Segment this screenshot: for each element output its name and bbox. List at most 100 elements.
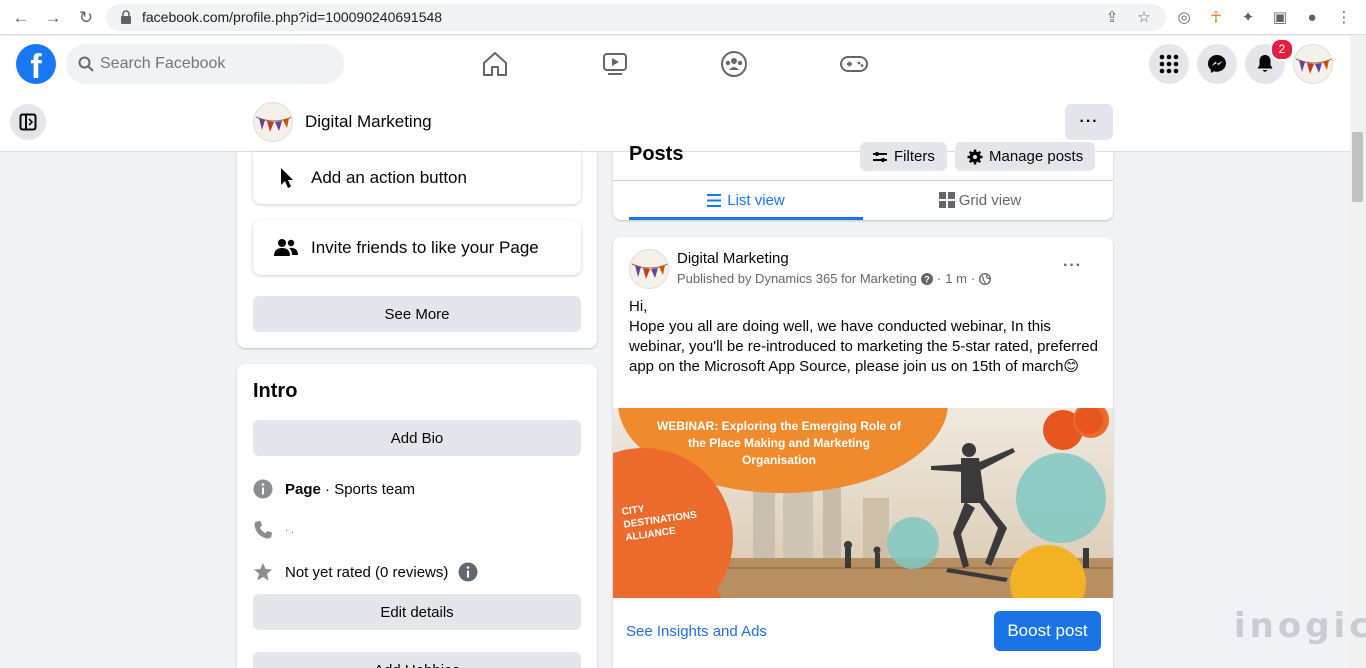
search-icon [78, 56, 94, 72]
tabs-divider [613, 180, 1113, 181]
grid-menu-icon [1159, 54, 1179, 74]
inogic-watermark: inogic [1234, 606, 1366, 646]
post-text: Hope you all are doing well, we have con… [629, 318, 1098, 375]
forward-arrow-icon[interactable]: → [43, 8, 63, 28]
post-time[interactable]: 1 m [945, 271, 967, 286]
bookmark-star-icon[interactable]: ☆ [1134, 8, 1154, 28]
lock-icon [121, 10, 131, 24]
toggle-sidebar-button[interactable] [10, 104, 46, 140]
invite-friends-item[interactable]: Invite friends to like your Page [253, 220, 581, 275]
filters-icon [873, 151, 887, 162]
add-bio-button[interactable]: Add Bio [253, 420, 581, 456]
people-icon [273, 220, 299, 275]
home-tab[interactable] [440, 40, 550, 88]
menu-button[interactable] [1149, 44, 1189, 84]
notifications-badge: 2 [1270, 38, 1294, 61]
list-view-label: List view [727, 191, 785, 209]
back-arrow-icon[interactable]: ← [11, 8, 31, 28]
add-hobbies-button[interactable]: Add Hobbies [253, 652, 581, 668]
post-meta: Published by Dynamics 365 for Marketing … [677, 271, 992, 286]
bunting-avatar-icon [1295, 58, 1332, 74]
intro-phone-row: · . [253, 518, 294, 542]
edit-details-button[interactable]: Edit details [253, 594, 581, 630]
page-actions-card: Add an action button Invite friends to l… [237, 152, 597, 348]
rating-info-icon[interactable] [458, 562, 478, 582]
rating-text: Not yet rated (0 reviews) [285, 563, 449, 581]
groups-tab[interactable] [679, 40, 789, 88]
extensions-puzzle-icon[interactable]: ✦ [1238, 8, 1258, 28]
page-more-options-button[interactable]: ··· [1065, 104, 1113, 140]
intro-page-row: Page · Sports team [253, 477, 415, 501]
help-icon[interactable]: ? [920, 272, 933, 285]
url-text: facebook.com/profile.php?id=100090240691… [142, 9, 443, 25]
bunting-avatar-icon [631, 263, 668, 279]
address-bar[interactable]: facebook.com/profile.php?id=100090240691… [106, 4, 1166, 31]
post-body: Hi, Hope you all are doing well, we have… [629, 297, 1099, 377]
page-type-label: Page [285, 480, 321, 498]
share-icon[interactable]: ⇪ [1102, 8, 1122, 28]
grid-view-icon [938, 192, 955, 208]
side-panel-icon[interactable]: ▣ [1270, 8, 1290, 28]
groups-icon [721, 51, 747, 77]
intro-title: Intro [253, 380, 298, 402]
post-greeting: Hi, [629, 298, 648, 315]
tab-list-view[interactable]: List view [629, 182, 863, 218]
sidebar-toggle-icon [19, 113, 37, 131]
search-box[interactable] [66, 44, 344, 84]
invite-friends-label: Invite friends to like your Page [311, 237, 539, 257]
reload-icon[interactable]: ↻ [76, 8, 96, 28]
browser-menu-icon[interactable]: ⋮ [1334, 8, 1354, 28]
filters-button[interactable]: Filters [860, 142, 947, 171]
browser-toolbar: ← → ↻ facebook.com/profile.php?id=100090… [0, 0, 1366, 35]
search-input[interactable] [100, 44, 330, 84]
filters-label: Filters [894, 148, 935, 165]
published-by-text: Published by Dynamics 365 for Marketing [677, 271, 917, 286]
manage-posts-button[interactable]: Manage posts [955, 142, 1096, 171]
post-image[interactable]: WEBINAR: Exploring the Emerging Role of … [613, 408, 1113, 598]
video-icon [603, 53, 627, 75]
banner-title: WEBINAR: Exploring the Emerging Role of … [656, 419, 901, 467]
home-icon [483, 52, 507, 76]
gaming-tab[interactable] [799, 40, 909, 88]
add-action-button-label: Add an action button [311, 168, 467, 187]
cursor-icon [279, 152, 295, 204]
watch-tab[interactable] [560, 40, 670, 88]
see-more-button[interactable]: See More [253, 296, 581, 332]
posts-title: Posts [629, 143, 684, 165]
manage-posts-label: Manage posts [989, 148, 1084, 165]
compass-extension-icon[interactable]: ◎ [1174, 8, 1194, 28]
gear-icon [967, 149, 983, 164]
post-options-button[interactable]: ··· [1063, 257, 1082, 275]
post-card: Digital Marketing Published by Dynamics … [613, 237, 1113, 668]
phone-value: · . [285, 524, 294, 536]
posts-header-card: Posts Filters Manage posts List view Gri… [613, 142, 1113, 220]
svg-text:?: ? [924, 274, 930, 284]
profile-icon[interactable]: ● [1302, 8, 1322, 28]
see-insights-link[interactable]: See Insights and Ads [626, 623, 767, 640]
post-author-name[interactable]: Digital Marketing [677, 250, 789, 267]
intro-rating-row: Not yet rated (0 reviews) [253, 560, 478, 584]
page-scrollbar[interactable] [1350, 36, 1366, 668]
messenger-button[interactable] [1197, 44, 1237, 84]
page-name[interactable]: Digital Marketing [305, 112, 432, 132]
tab-grid-view[interactable]: Grid view [863, 182, 1097, 218]
info-icon [253, 479, 273, 499]
phone-icon [253, 520, 273, 540]
extension-figure-icon[interactable]: ☥ [1206, 8, 1226, 28]
page-category: · Sports team [320, 480, 416, 498]
facebook-top-nav: f 2 [0, 36, 1350, 92]
star-icon [253, 562, 273, 582]
account-avatar[interactable] [1293, 44, 1333, 84]
list-icon [707, 193, 722, 207]
boost-post-button[interactable]: Boost post [994, 611, 1101, 651]
facebook-logo[interactable]: f [16, 44, 56, 84]
post-author-avatar[interactable] [629, 249, 669, 289]
bunting-avatar-icon [255, 116, 292, 132]
grid-view-label: Grid view [958, 191, 1022, 209]
page-avatar[interactable] [253, 102, 293, 142]
add-action-button-item[interactable]: Add an action button [253, 152, 581, 204]
messenger-icon [1208, 55, 1226, 73]
gamepad-icon [840, 56, 868, 72]
active-tab-indicator [629, 217, 863, 220]
scrollbar-thumb[interactable] [1352, 132, 1363, 202]
